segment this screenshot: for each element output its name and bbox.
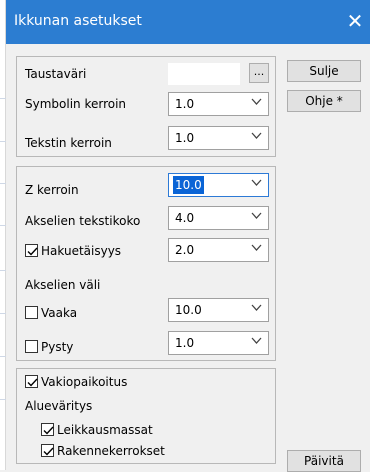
- chevron-down-icon: [251, 212, 262, 219]
- chevron-down-icon: [251, 244, 262, 251]
- chevron-down-icon: [251, 132, 262, 139]
- axis-text-size-select[interactable]: 4.0: [168, 206, 269, 230]
- default-positioning-checkbox[interactable]: [25, 375, 38, 388]
- z-scale-label: Z kerroin: [25, 183, 79, 197]
- text-scale-label: Tekstin kerroin: [25, 136, 112, 150]
- cut-masses-label: Leikkausmassat: [57, 423, 153, 437]
- axis-text-size-value: 4.0: [175, 211, 195, 225]
- window-title: Ikkunan asetukset: [14, 13, 142, 29]
- background-color-swatch[interactable]: [168, 63, 240, 85]
- symbol-scale-select[interactable]: 1.0: [168, 92, 269, 116]
- background-row-line: [0, 399, 6, 400]
- vertical-spacing-select[interactable]: 1.0: [168, 331, 269, 355]
- checkmark-icon: [43, 426, 54, 435]
- help-button[interactable]: Ohje *: [287, 90, 361, 112]
- close-button[interactable]: Sulje: [287, 60, 361, 82]
- horizontal-label: Vaaka: [41, 306, 78, 320]
- search-distance-label: Hakuetäisyys: [41, 244, 122, 258]
- horizontal-spacing-value: 10.0: [175, 303, 202, 317]
- axis-spacing-label: Akselien väli: [25, 278, 101, 292]
- chevron-down-icon: [251, 304, 262, 311]
- search-distance-checkbox[interactable]: [25, 244, 38, 257]
- horizontal-spacing-select[interactable]: 10.0: [168, 298, 269, 322]
- search-distance-select[interactable]: 2.0: [168, 238, 269, 262]
- checkmark-icon: [43, 447, 54, 456]
- chevron-down-icon: [251, 337, 262, 344]
- update-button[interactable]: Päivitä: [287, 450, 361, 472]
- vertical-checkbox[interactable]: [25, 340, 38, 353]
- z-scale-select[interactable]: 10.0: [168, 173, 269, 197]
- background-row-line: [0, 225, 6, 226]
- axis-text-size-label: Akselien tekstikoko: [25, 214, 141, 228]
- background-row-line: [0, 313, 6, 314]
- vertical-spacing-value: 1.0: [175, 336, 195, 350]
- cut-masses-checkbox[interactable]: [41, 423, 54, 436]
- close-icon[interactable]: ✕: [340, 6, 370, 36]
- chevron-down-icon: [251, 179, 262, 186]
- text-scale-select[interactable]: 1.0: [168, 126, 269, 150]
- background-row-line: [0, 183, 6, 184]
- background-row-line: [0, 356, 6, 357]
- area-coloring-label: Alueväritys: [25, 399, 93, 413]
- structure-layers-checkbox[interactable]: [41, 444, 54, 457]
- vertical-label: Pysty: [41, 340, 74, 354]
- symbol-scale-value: 1.0: [175, 97, 195, 111]
- horizontal-checkbox[interactable]: [25, 306, 38, 319]
- browse-color-button[interactable]: ...: [249, 63, 269, 83]
- checkmark-icon: [27, 378, 38, 387]
- text-scale-value: 1.0: [175, 131, 195, 145]
- checkmark-icon: [27, 247, 38, 256]
- structure-layers-label: Rakennekerrokset: [57, 444, 165, 458]
- default-positioning-label: Vakiopaikoitus: [41, 375, 128, 389]
- z-scale-value: 10.0: [173, 176, 204, 194]
- symbol-scale-label: Symbolin kerroin: [25, 97, 127, 111]
- background-row-line: [0, 270, 6, 271]
- chevron-down-icon: [251, 98, 262, 105]
- background-color-label: Taustaväri: [25, 67, 87, 81]
- search-distance-value: 2.0: [175, 243, 195, 257]
- background-row-line: [0, 141, 6, 142]
- background-row-line: [0, 98, 6, 99]
